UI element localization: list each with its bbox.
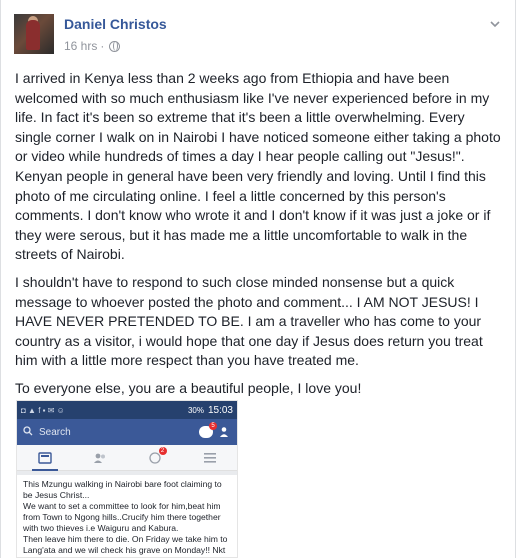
status-icons: ◘ ▲ f ▪ ✉ ☺ bbox=[21, 405, 65, 415]
attached-screenshot[interactable]: ◘ ▲ f ▪ ✉ ☺ 30% 15:03 Search 5 2 This Mz… bbox=[16, 400, 238, 558]
facebook-post: Daniel Christos 16 hrs · I arrived in Ke… bbox=[0, 0, 516, 558]
author-name[interactable]: Daniel Christos bbox=[64, 16, 167, 32]
friend-requests-icon bbox=[219, 426, 231, 438]
avatar-figure bbox=[26, 20, 40, 50]
notifications-icon: 2 bbox=[148, 446, 167, 464]
avatar[interactable] bbox=[14, 14, 54, 54]
chevron-down-icon[interactable] bbox=[489, 18, 501, 30]
post-paragraph: I shouldn't have to respond to such clos… bbox=[15, 273, 483, 369]
post-paragraph: I arrived in Kenya less than 2 weeks ago… bbox=[15, 70, 501, 263]
battery-level: 30% bbox=[187, 405, 204, 415]
screenshot-post-text: This Mzungu walking in Nairobi bare foot… bbox=[23, 479, 228, 555]
menu-icon bbox=[203, 452, 217, 464]
phone-status-bar: ◘ ▲ f ▪ ✉ ☺ 30% 15:03 bbox=[17, 401, 237, 419]
status-time: 15:03 bbox=[207, 404, 233, 416]
phone-tab-bar: 2 bbox=[17, 445, 237, 471]
post-body: I arrived in Kenya less than 2 weeks ago… bbox=[15, 69, 505, 407]
post-time[interactable]: 16 hrs bbox=[64, 39, 97, 53]
message-badge: 5 bbox=[209, 422, 217, 430]
post-meta: 16 hrs · bbox=[64, 39, 121, 53]
search-placeholder: Search bbox=[39, 426, 71, 438]
globe-icon bbox=[109, 40, 121, 52]
phone-search-bar: Search 5 bbox=[17, 419, 237, 445]
notification-badge: 2 bbox=[158, 446, 167, 455]
meta-separator: · bbox=[100, 39, 105, 53]
search-icon bbox=[23, 425, 33, 439]
messenger-icon: 5 bbox=[199, 422, 217, 438]
post-paragraph: To everyone else, you are a beautiful pe… bbox=[15, 379, 362, 396]
news-feed-icon bbox=[31, 451, 58, 471]
friends-icon bbox=[93, 452, 107, 464]
